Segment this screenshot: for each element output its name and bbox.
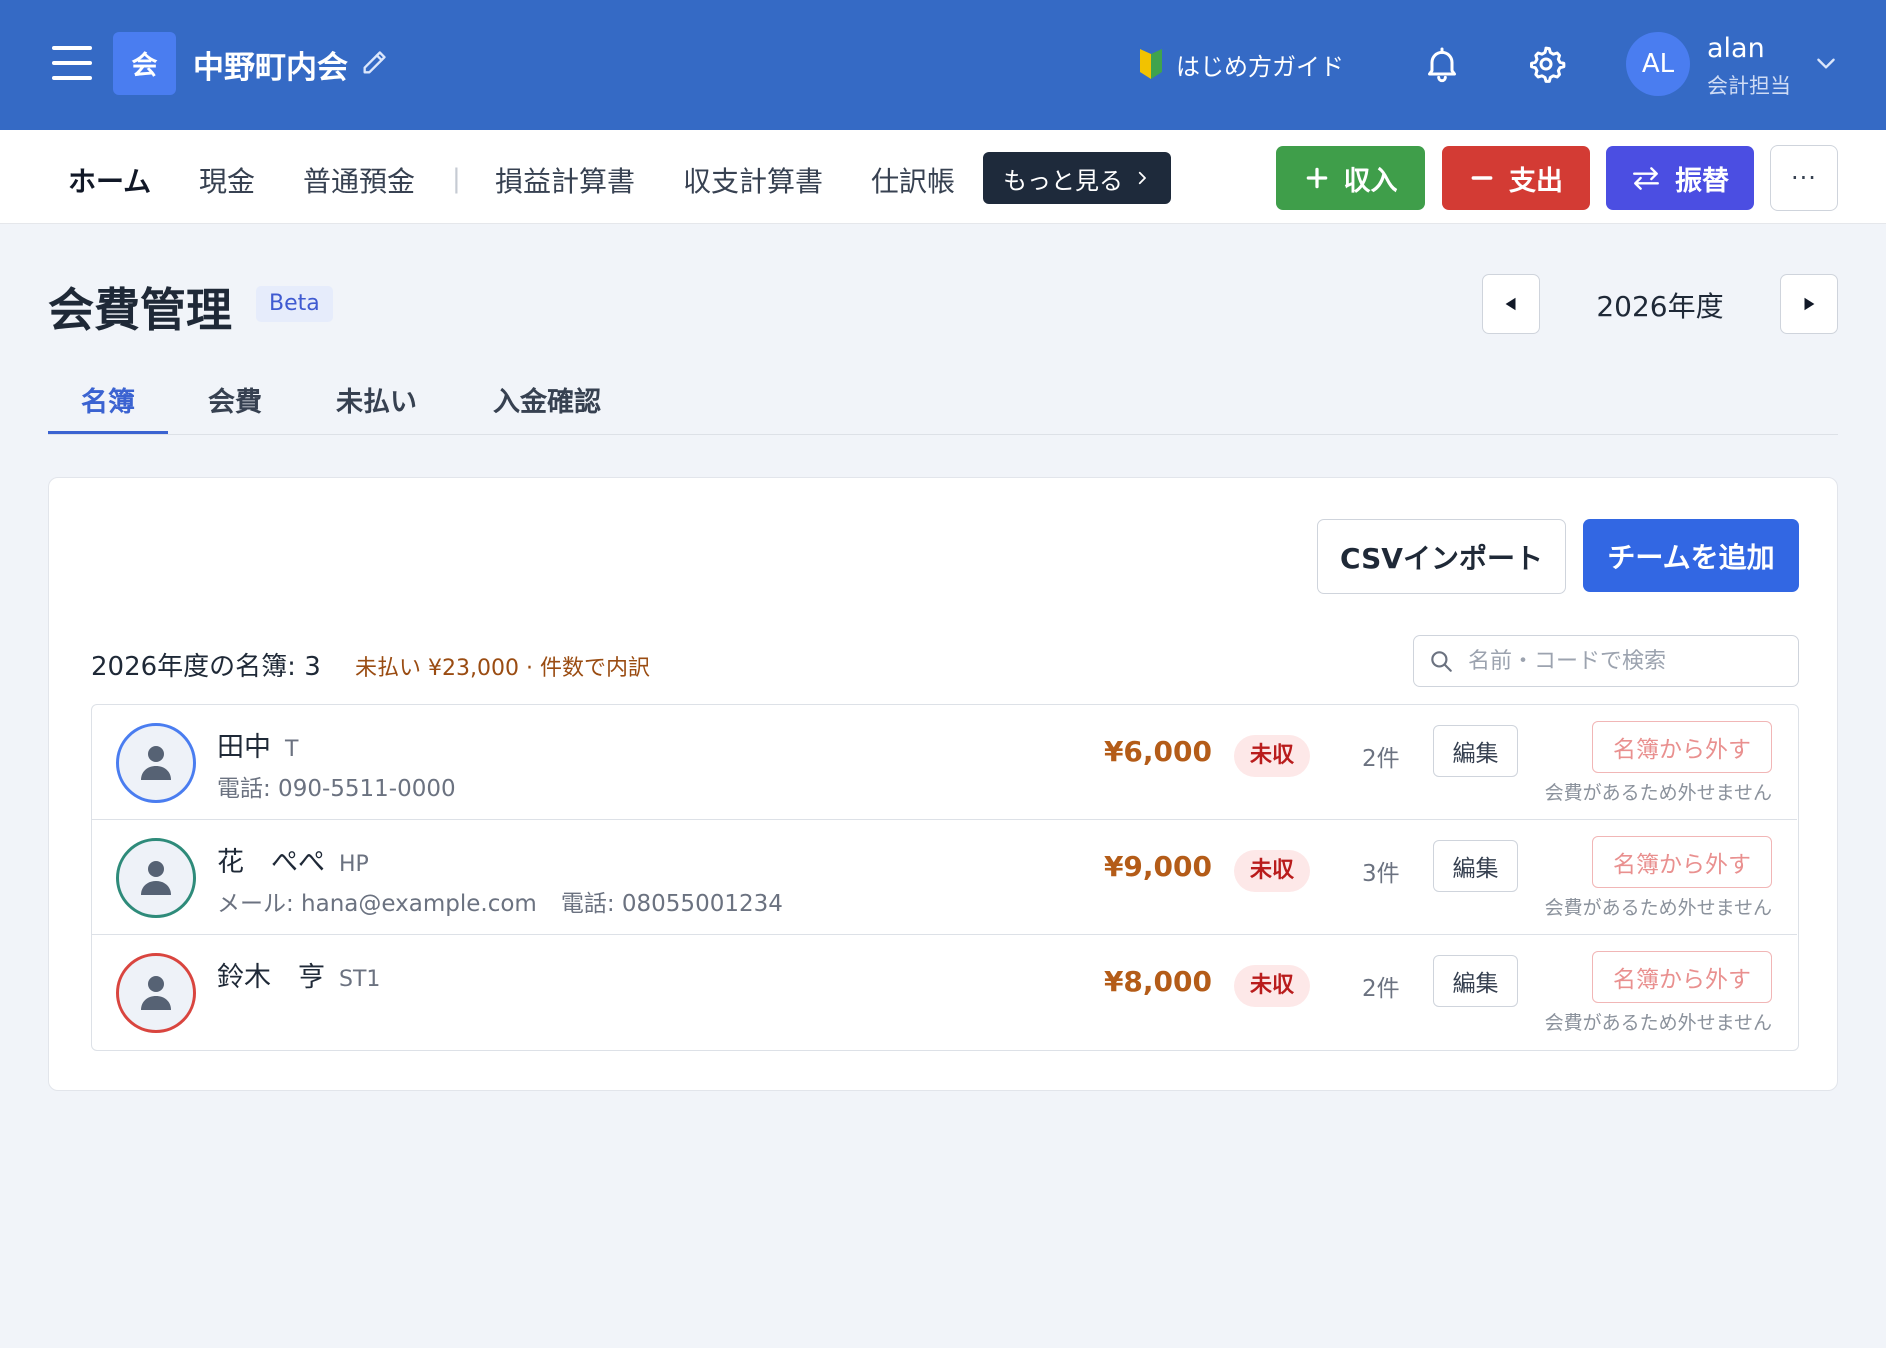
user-avatar[interactable]: AL	[1626, 32, 1690, 96]
nav-item-home[interactable]: ホーム	[68, 160, 151, 200]
member-name-text: 鈴木 亨	[217, 962, 325, 993]
search-input[interactable]	[1468, 644, 1788, 678]
remove-disabled-note: 会費があるため外せません	[1544, 782, 1772, 804]
nav-item-income-statement[interactable]: 収支計算書	[683, 160, 823, 200]
roster-summary: 2026年度の名簿: 3	[91, 652, 321, 682]
unpaid-summary-link[interactable]: 未払い ¥23,000 · 件数で内訳	[355, 650, 650, 682]
csv-import-button[interactable]: CSVインポート	[1317, 519, 1566, 594]
user-role: 会計担当	[1707, 74, 1791, 98]
member-avatar	[116, 953, 196, 1033]
remove-disabled-note: 会費があるため外せません	[1544, 1012, 1772, 1034]
member-email: メール: hana@example.com	[217, 891, 537, 917]
fiscal-year: 2026年度	[1596, 290, 1724, 323]
member-count: 2件	[1362, 976, 1400, 1002]
minus-icon	[1471, 176, 1493, 180]
guide-label: はじめ方ガイド	[1176, 52, 1344, 81]
org-name: 中野町内会	[193, 50, 348, 86]
member-name: 田中 T	[217, 725, 298, 764]
status-badge: 未収	[1234, 735, 1311, 777]
more-label: もっと見る	[1003, 166, 1123, 195]
search-icon	[1431, 651, 1452, 672]
nav-separator: |	[452, 164, 461, 194]
member-count: 3件	[1362, 861, 1400, 887]
member-name-text: 花 ぺぺ	[217, 847, 325, 878]
status-badge: 未収	[1234, 965, 1311, 1007]
search-box[interactable]	[1413, 635, 1799, 687]
member-avatar	[116, 838, 196, 918]
edit-button[interactable]: 編集	[1433, 955, 1518, 1007]
member-name-text: 田中	[217, 732, 271, 763]
prev-year-button[interactable]	[1482, 274, 1540, 334]
nav-item-profit-loss[interactable]: 損益計算書	[495, 160, 635, 200]
roster-card: CSVインポート チームを追加 2026年度の名簿: 3 未払い ¥23,000…	[48, 477, 1838, 1091]
member-phone: 電話: 08055001234	[560, 891, 783, 917]
member-amount: ¥9,000	[1103, 850, 1212, 883]
chevron-right-icon	[1138, 171, 1146, 185]
pencil-icon[interactable]	[360, 48, 388, 78]
next-year-button[interactable]	[1780, 274, 1838, 334]
edit-button[interactable]: 編集	[1433, 840, 1518, 892]
add-team-button[interactable]: チームを追加	[1583, 519, 1799, 592]
member-amount: ¥8,000	[1103, 965, 1212, 998]
menu-icon[interactable]	[52, 46, 92, 80]
triangle-right-icon	[1804, 297, 1815, 311]
gear-icon[interactable]	[1526, 44, 1566, 84]
add-income-button[interactable]: 収入	[1276, 146, 1425, 210]
member-code: ST1	[339, 967, 381, 992]
edit-button[interactable]: 編集	[1433, 725, 1518, 777]
beta-badge: Beta	[256, 286, 333, 322]
person-icon	[141, 746, 171, 780]
add-expense-button[interactable]: 支出	[1442, 146, 1590, 210]
member-code: HP	[339, 852, 369, 877]
member-amount: ¥6,000	[1103, 735, 1212, 768]
member-contact: メール: hana@example.com 電話: 08055001234	[217, 884, 783, 918]
tab-payment-confirm[interactable]: 入金確認	[493, 380, 601, 419]
app-header: 会 中野町内会 はじめ方ガイド AL alan 会計担当	[0, 0, 1886, 130]
member-contact: 電話: 090-5511-0000	[217, 769, 456, 803]
tab-unpaid[interactable]: 未払い	[336, 380, 417, 419]
chevron-down-icon[interactable]	[1813, 50, 1839, 76]
user-name: alan	[1707, 33, 1765, 64]
page-title: 会費管理	[48, 283, 232, 337]
member-row: 鈴木 亨 ST1 ¥8,000 未収 2件 編集 名簿から外す 会費があるため外せ…	[92, 935, 1797, 1050]
member-phone: 電話: 090-5511-0000	[217, 776, 456, 802]
member-avatar	[116, 723, 196, 803]
person-icon	[141, 976, 171, 1010]
more-button[interactable]: もっと見る	[983, 152, 1171, 204]
person-icon	[141, 861, 171, 895]
tab-fees[interactable]: 会費	[208, 380, 262, 419]
active-tab-indicator	[48, 431, 168, 434]
remove-from-roster-button[interactable]: 名簿から外す	[1592, 836, 1772, 888]
nav-item-cash[interactable]: 現金	[199, 160, 255, 200]
nav-bar: ホーム 現金 普通預金 | 損益計算書 収支計算書 仕訳帳 もっと見る 収入 支…	[0, 130, 1886, 224]
tab-roster[interactable]: 名簿	[81, 380, 135, 419]
remove-from-roster-button[interactable]: 名簿から外す	[1592, 951, 1772, 1003]
triangle-left-icon	[1505, 297, 1516, 311]
nav-item-savings[interactable]: 普通預金	[303, 160, 415, 200]
remove-from-roster-button[interactable]: 名簿から外す	[1592, 721, 1772, 773]
status-badge: 未収	[1234, 850, 1311, 892]
beginner-leaf-icon	[1140, 49, 1162, 79]
plus-icon	[1306, 167, 1327, 189]
guide-link[interactable]: はじめ方ガイド	[1138, 44, 1344, 84]
member-name: 鈴木 亨 ST1	[217, 955, 380, 994]
income-label: 収入	[1343, 165, 1398, 197]
member-list: 田中 T 電話: 090-5511-0000 ¥6,000 未収 2件 編集 名簿…	[91, 704, 1799, 1051]
expense-label: 支出	[1509, 165, 1563, 197]
transfer-label: 振替	[1675, 165, 1729, 197]
member-code: T	[285, 737, 299, 762]
add-transfer-button[interactable]: 振替	[1606, 146, 1754, 210]
remove-disabled-note: 会費があるため外せません	[1544, 897, 1772, 919]
member-count: 2件	[1362, 746, 1400, 772]
tab-bar: 名簿 会費 未払い 入金確認	[48, 366, 1838, 435]
member-name: 花 ぺぺ HP	[217, 840, 369, 879]
member-row: 田中 T 電話: 090-5511-0000 ¥6,000 未収 2件 編集 名簿…	[92, 705, 1797, 820]
more-actions-button[interactable]: ···	[1770, 145, 1838, 211]
transfer-arrows-icon	[1633, 167, 1659, 190]
member-row: 花 ぺぺ HP メール: hana@example.com 電話: 08055001…	[92, 820, 1797, 935]
bell-icon[interactable]	[1422, 44, 1462, 84]
nav-item-journal[interactable]: 仕訳帳	[871, 160, 955, 200]
org-badge: 会	[113, 32, 176, 95]
